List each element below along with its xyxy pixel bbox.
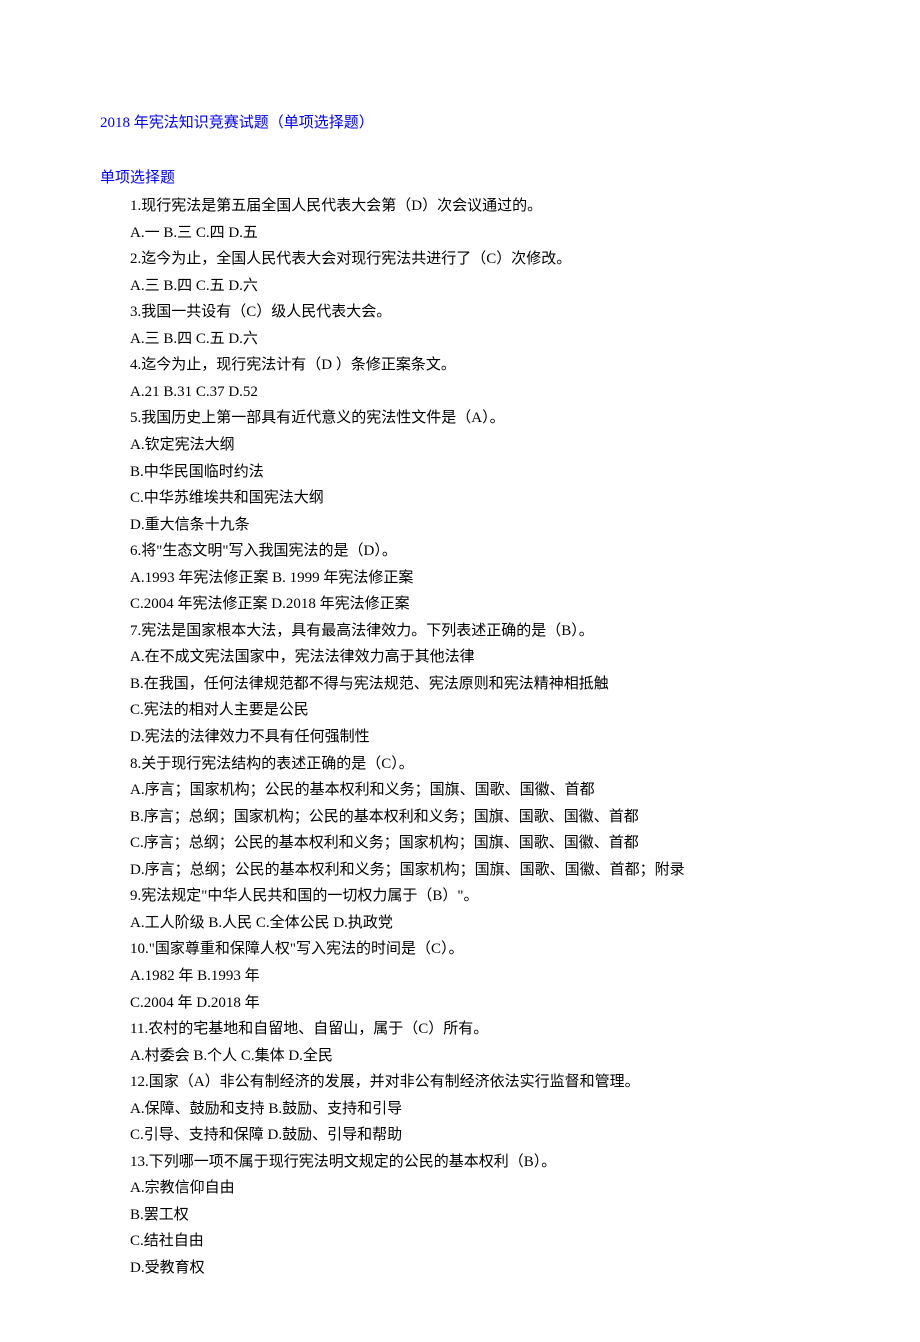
text-line: A.保障、鼓励和支持 B.鼓励、支持和引导 — [100, 1096, 820, 1123]
text-line: 12.国家（A）非公有制经济的发展，并对非公有制经济依法实行监督和管理。 — [100, 1069, 820, 1096]
text-line: C.宪法的相对人主要是公民 — [100, 697, 820, 724]
text-line: A.钦定宪法大纲 — [100, 432, 820, 459]
text-line: A.1993 年宪法修正案 B. 1999 年宪法修正案 — [100, 565, 820, 592]
text-line: 2.迄今为止，全国人民代表大会对现行宪法共进行了（C）次修改。 — [100, 246, 820, 273]
text-line: 6.将"生态文明"写入我国宪法的是（D）。 — [100, 538, 820, 565]
text-line: B.在我国，任何法律规范都不得与宪法规范、宪法原则和宪法精神相抵触 — [100, 671, 820, 698]
text-line: C.结社自由 — [100, 1228, 820, 1255]
text-line: A.一 B.三 C.四 D.五 — [100, 220, 820, 247]
text-line: C.序言；总纲；公民的基本权利和义务；国家机构；国旗、国歌、国徽、首都 — [100, 830, 820, 857]
text-line: D.宪法的法律效力不具有任何强制性 — [100, 724, 820, 751]
text-line: C.2004 年宪法修正案 D.2018 年宪法修正案 — [100, 591, 820, 618]
text-line: B.序言；总纲；国家机构；公民的基本权利和义务；国旗、国歌、国徽、首都 — [100, 804, 820, 831]
text-line: A.在不成文宪法国家中，宪法法律效力高于其他法律 — [100, 644, 820, 671]
text-line: 11.农村的宅基地和自留地、自留山，属于（C）所有。 — [100, 1016, 820, 1043]
text-line: A.21 B.31 C.37 D.52 — [100, 379, 820, 406]
question-list: 1.现行宪法是第五届全国人民代表大会第（D）次会议通过的。A.一 B.三 C.四… — [100, 193, 820, 1281]
text-line: C.中华苏维埃共和国宪法大纲 — [100, 485, 820, 512]
text-line: 13.下列哪一项不属于现行宪法明文规定的公民的基本权利（B）。 — [100, 1149, 820, 1176]
text-line: 8.关于现行宪法结构的表述正确的是（C）。 — [100, 751, 820, 778]
document-title: 2018 年宪法知识竞赛试题（单项选择题） — [100, 110, 820, 137]
text-line: 1.现行宪法是第五届全国人民代表大会第（D）次会议通过的。 — [100, 193, 820, 220]
text-line: D.序言；总纲；公民的基本权利和义务；国家机构；国旗、国歌、国徽、首都；附录 — [100, 857, 820, 884]
text-line: A.村委会 B.个人 C.集体 D.全民 — [100, 1043, 820, 1070]
text-line: 5.我国历史上第一部具有近代意义的宪法性文件是（A）。 — [100, 405, 820, 432]
text-line: A.三 B.四 C.五 D.六 — [100, 273, 820, 300]
text-line: B.罢工权 — [100, 1202, 820, 1229]
text-line: 3.我国一共设有（C）级人民代表大会。 — [100, 299, 820, 326]
text-line: 7.宪法是国家根本大法，具有最高法律效力。下列表述正确的是（B）。 — [100, 618, 820, 645]
text-line: A.工人阶级 B.人民 C.全体公民 D.执政党 — [100, 910, 820, 937]
text-line: A.1982 年 B.1993 年 — [100, 963, 820, 990]
text-line: A.序言；国家机构；公民的基本权利和义务；国旗、国歌、国徽、首都 — [100, 777, 820, 804]
text-line: D.重大信条十九条 — [100, 512, 820, 539]
section-heading: 单项选择题 — [100, 165, 820, 192]
text-line: B.中华民国临时约法 — [100, 459, 820, 486]
text-line: A.三 B.四 C.五 D.六 — [100, 326, 820, 353]
text-line: D.受教育权 — [100, 1255, 820, 1282]
text-line: 10."国家尊重和保障人权"写入宪法的时间是（C）。 — [100, 936, 820, 963]
text-line: C.2004 年 D.2018 年 — [100, 990, 820, 1017]
text-line: A.宗教信仰自由 — [100, 1175, 820, 1202]
text-line: 4.迄今为止，现行宪法计有（D ）条修正案条文。 — [100, 352, 820, 379]
text-line: 9.宪法规定"中华人民共和国的一切权力属于（B）"。 — [100, 883, 820, 910]
text-line: C.引导、支持和保障 D.鼓励、引导和帮助 — [100, 1122, 820, 1149]
